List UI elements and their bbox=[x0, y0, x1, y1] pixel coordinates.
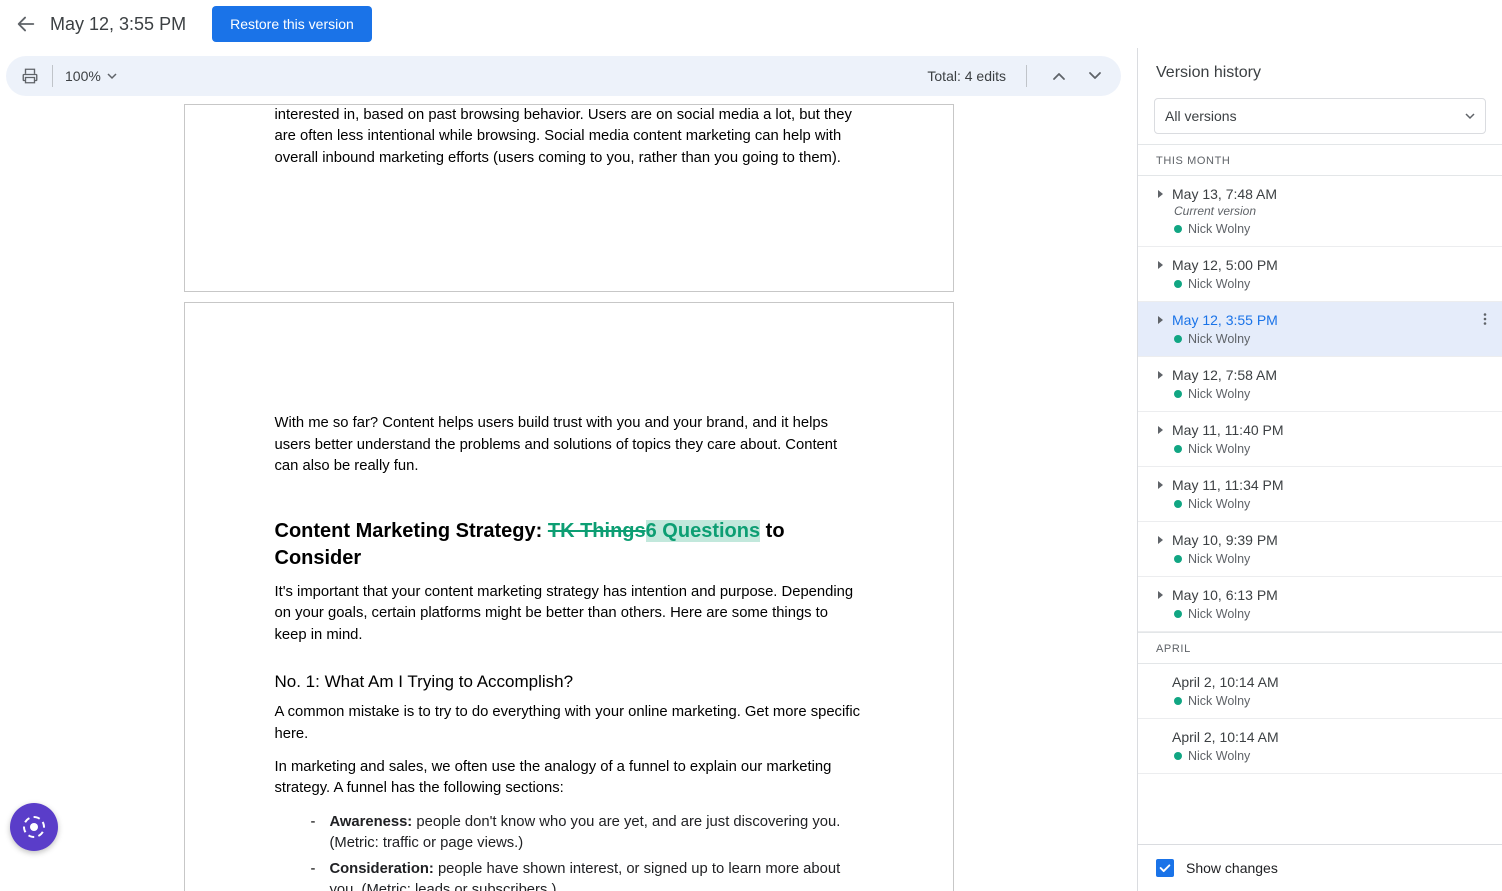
show-changes-checkbox[interactable] bbox=[1156, 859, 1174, 877]
body-paragraph: With me so far? Content helps users buil… bbox=[275, 413, 863, 477]
version-item[interactable]: May 13, 7:48 AM Current version Nick Wolny bbox=[1138, 176, 1502, 247]
version-section-label: THIS MONTH bbox=[1138, 144, 1502, 176]
version-time: May 11, 11:40 PM bbox=[1172, 422, 1284, 438]
version-item[interactable]: May 12, 3:55 PM Nick Wolny bbox=[1138, 302, 1502, 357]
author-dot-icon bbox=[1174, 610, 1182, 618]
bullet-item: -Awareness: people don't know who you ar… bbox=[311, 812, 863, 855]
heading-no1: No. 1: What Am I Trying to Accomplish? bbox=[275, 672, 863, 692]
version-time: May 10, 6:13 PM bbox=[1172, 587, 1278, 603]
sidebar-title: Version history bbox=[1138, 48, 1502, 94]
version-author: Nick Wolny bbox=[1174, 694, 1492, 708]
expand-icon[interactable] bbox=[1156, 189, 1166, 199]
expand-icon[interactable] bbox=[1156, 370, 1166, 380]
total-edits-label: Total: 4 edits bbox=[927, 68, 1006, 84]
version-time: May 10, 9:39 PM bbox=[1172, 532, 1278, 548]
deleted-text: TK Things bbox=[548, 520, 646, 542]
version-author: Nick Wolny bbox=[1174, 277, 1492, 291]
prev-edit-icon[interactable] bbox=[1047, 64, 1071, 88]
current-version-label: Current version bbox=[1174, 204, 1492, 218]
expand-icon[interactable] bbox=[1156, 535, 1166, 545]
version-item[interactable]: May 10, 6:13 PM Nick Wolny bbox=[1138, 577, 1502, 632]
author-dot-icon bbox=[1174, 390, 1182, 398]
back-arrow-icon[interactable] bbox=[14, 12, 38, 36]
filter-value: All versions bbox=[1165, 108, 1237, 124]
version-item[interactable]: May 12, 7:58 AM Nick Wolny bbox=[1138, 357, 1502, 412]
version-time: April 2, 10:14 AM bbox=[1172, 674, 1279, 690]
restore-button[interactable]: Restore this version bbox=[212, 6, 372, 42]
version-item[interactable]: May 12, 5:00 PM Nick Wolny bbox=[1138, 247, 1502, 302]
author-dot-icon bbox=[1174, 335, 1182, 343]
expand-icon[interactable] bbox=[1156, 425, 1166, 435]
sidebar-footer: Show changes bbox=[1138, 844, 1502, 891]
version-author: Nick Wolny bbox=[1174, 552, 1492, 566]
version-item[interactable]: April 2, 10:14 AM Nick Wolny bbox=[1138, 719, 1502, 774]
author-dot-icon bbox=[1174, 697, 1182, 705]
next-edit-icon[interactable] bbox=[1083, 64, 1107, 88]
document-page: interested in, based on past browsing be… bbox=[184, 104, 954, 292]
version-time: May 11, 11:34 PM bbox=[1172, 477, 1284, 493]
document-area[interactable]: interested in, based on past browsing be… bbox=[0, 104, 1137, 891]
body-paragraph: It's important that your content marketi… bbox=[275, 582, 863, 646]
toolbar-divider bbox=[1026, 65, 1027, 87]
version-history-sidebar: Version history All versions THIS MONTHM… bbox=[1137, 48, 1502, 891]
version-item[interactable]: April 2, 10:14 AM Nick Wolny bbox=[1138, 664, 1502, 719]
version-item[interactable]: May 11, 11:40 PM Nick Wolny bbox=[1138, 412, 1502, 467]
body-paragraph: A common mistake is to try to do everyth… bbox=[275, 702, 863, 745]
version-section-label: APRIL bbox=[1138, 632, 1502, 664]
version-time: April 2, 10:14 AM bbox=[1172, 729, 1279, 745]
author-dot-icon bbox=[1174, 280, 1182, 288]
version-author: Nick Wolny bbox=[1174, 442, 1492, 456]
loom-fab[interactable] bbox=[10, 803, 58, 851]
version-time: May 12, 5:00 PM bbox=[1172, 257, 1278, 273]
body-paragraph: interested in, based on past browsing be… bbox=[275, 105, 863, 169]
version-item[interactable]: May 11, 11:34 PM Nick Wolny bbox=[1138, 467, 1502, 522]
toolbar-divider bbox=[52, 65, 53, 87]
version-author: Nick Wolny bbox=[1174, 387, 1492, 401]
author-dot-icon bbox=[1174, 555, 1182, 563]
version-list[interactable]: THIS MONTH May 13, 7:48 AM Current version… bbox=[1138, 144, 1502, 844]
version-filter-dropdown[interactable]: All versions bbox=[1154, 98, 1486, 134]
zoom-dropdown[interactable]: 100% bbox=[65, 68, 117, 84]
document-toolbar: 100% Total: 4 edits bbox=[6, 56, 1121, 96]
expand-icon[interactable] bbox=[1156, 315, 1166, 325]
version-author: Nick Wolny bbox=[1174, 222, 1492, 236]
version-author: Nick Wolny bbox=[1174, 332, 1492, 346]
top-bar: May 12, 3:55 PM Restore this version bbox=[0, 0, 1502, 48]
heading-strategy: Content Marketing Strategy: TK Things6 Q… bbox=[275, 518, 863, 572]
show-changes-label: Show changes bbox=[1186, 860, 1278, 876]
print-icon[interactable] bbox=[20, 66, 40, 86]
version-menu-icon[interactable] bbox=[1478, 312, 1492, 329]
author-dot-icon bbox=[1174, 752, 1182, 760]
funnel-bullet-list: -Awareness: people don't know who you ar… bbox=[311, 812, 863, 891]
expand-icon[interactable] bbox=[1156, 480, 1166, 490]
document-page: With me so far? Content helps users buil… bbox=[184, 302, 954, 891]
bullet-item: -Consideration: people have shown intere… bbox=[311, 859, 863, 891]
expand-icon[interactable] bbox=[1156, 590, 1166, 600]
version-title: May 12, 3:55 PM bbox=[50, 14, 186, 35]
author-dot-icon bbox=[1174, 500, 1182, 508]
added-text: 6 Questions bbox=[646, 520, 760, 542]
version-time: May 13, 7:48 AM bbox=[1172, 186, 1277, 202]
expand-icon[interactable] bbox=[1156, 260, 1166, 270]
author-dot-icon bbox=[1174, 225, 1182, 233]
version-author: Nick Wolny bbox=[1174, 497, 1492, 511]
version-time: May 12, 3:55 PM bbox=[1172, 312, 1278, 328]
author-dot-icon bbox=[1174, 445, 1182, 453]
body-paragraph: In marketing and sales, we often use the… bbox=[275, 757, 863, 800]
zoom-value: 100% bbox=[65, 68, 101, 84]
version-item[interactable]: May 10, 9:39 PM Nick Wolny bbox=[1138, 522, 1502, 577]
version-time: May 12, 7:58 AM bbox=[1172, 367, 1277, 383]
version-author: Nick Wolny bbox=[1174, 607, 1492, 621]
version-author: Nick Wolny bbox=[1174, 749, 1492, 763]
